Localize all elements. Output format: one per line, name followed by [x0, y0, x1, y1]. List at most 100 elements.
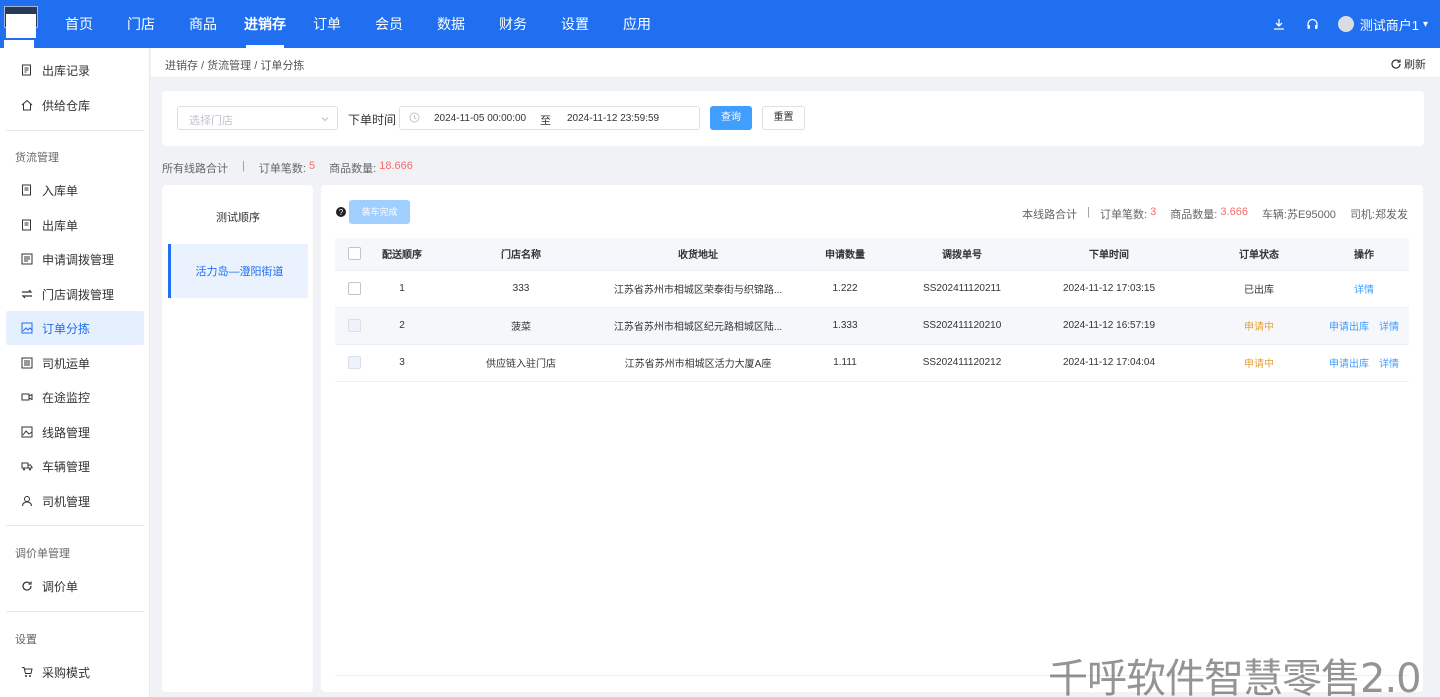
sidebar-item-inbound[interactable]: 入库单: [6, 173, 144, 207]
route-orders-value: 3: [1150, 206, 1157, 218]
store-select[interactable]: 选择门店: [177, 106, 338, 130]
date-start[interactable]: 2024-11-05 00:00:00: [434, 113, 526, 124]
header-actions: 操作: [1319, 238, 1409, 271]
nav-home[interactable]: 首页: [48, 0, 110, 48]
nav-data[interactable]: 数据: [420, 0, 482, 48]
nav-members[interactable]: 会员: [358, 0, 420, 48]
cell-transfer-no: SS202411120211: [905, 270, 1019, 308]
date-end[interactable]: 2024-11-12 23:59:59: [567, 113, 659, 124]
sidebar-item-supply-warehouse[interactable]: 供给仓库: [6, 88, 144, 122]
sidebar-item-outbound-records[interactable]: 出库记录: [6, 53, 144, 87]
nav-store[interactable]: 门店: [110, 0, 172, 48]
refresh-icon: [20, 579, 34, 593]
header-address: 收货地址: [611, 238, 785, 271]
document-icon: [20, 183, 34, 197]
header-status: 订单状态: [1199, 238, 1319, 271]
nav-orders[interactable]: 订单: [296, 0, 358, 48]
nav-settings[interactable]: 设置: [544, 0, 606, 48]
sidebar-divider: [6, 611, 144, 612]
refresh-icon: [1391, 59, 1401, 69]
sidebar-item-route-management[interactable]: 线路管理: [6, 415, 144, 449]
user-name[interactable]: 测试商户1: [1360, 15, 1419, 34]
chevron-down-icon[interactable]: ▾: [1423, 19, 1428, 30]
truck-icon: [20, 459, 34, 473]
list-icon: [20, 356, 34, 370]
vehicle-label: 车辆:: [1261, 209, 1287, 221]
cell-actions: 申请出库 详情: [1319, 344, 1409, 382]
route-orders-label: 订单笔数:: [1100, 209, 1148, 221]
nav-goods[interactable]: 商品: [172, 0, 234, 48]
table-row: 2 菠菜 江苏省苏州市相城区纪元路相城区陆... 1.333 SS2024111…: [335, 307, 1409, 345]
sidebar-item-transit-monitor[interactable]: 在途监控: [6, 380, 144, 414]
date-range-picker[interactable]: 2024-11-05 00:00:00 至 2024-11-12 23:59:5…: [399, 106, 700, 130]
sidebar-item-price-adjustment[interactable]: 调价单: [6, 569, 144, 603]
cell-qty: 1.111: [785, 344, 905, 382]
orders-table: 配送顺序 门店名称 收货地址 申请数量 调拨单号 下单时间 订单状态 操作 1 …: [335, 238, 1409, 382]
sidebar-item-vehicle-management[interactable]: 车辆管理: [6, 449, 144, 483]
route-qty-value: 3.666: [1220, 206, 1248, 218]
breadcrumb: 进销存 / 货流管理 / 订单分拣: [165, 60, 305, 72]
breadcrumb-bar: 进销存 / 货流管理 / 订单分拣 刷新: [151, 48, 1440, 78]
route-list: 测试顺序 活力岛—澄阳街道: [162, 185, 313, 692]
cell-address: 江苏省苏州市相城区纪元路相城区陆...: [611, 307, 785, 345]
headset-icon[interactable]: [1304, 15, 1322, 33]
query-button[interactable]: 查询: [710, 106, 752, 130]
detail-link[interactable]: 详情: [1379, 322, 1399, 333]
table-header-row: 配送顺序 门店名称 收货地址 申请数量 调拨单号 下单时间 订单状态 操作: [335, 238, 1409, 271]
cell-order-time: 2024-11-12 16:57:19: [1019, 307, 1199, 345]
detail-link[interactable]: 详情: [1354, 285, 1374, 296]
route-orders-panel: ? 装车完成 本线路合计 | 订单笔数: 3 商品数量: 3.666 车辆: 苏…: [321, 185, 1423, 692]
svg-text:?: ?: [339, 208, 344, 217]
row-checkbox[interactable]: [347, 356, 361, 369]
refresh-button[interactable]: 刷新: [1390, 56, 1426, 72]
avatar[interactable]: [1337, 16, 1354, 32]
cell-status: 申请中: [1199, 307, 1319, 345]
row-checkbox[interactable]: [347, 319, 361, 332]
apply-outbound-link[interactable]: 申请出库: [1329, 359, 1369, 370]
transfer-icon: [20, 287, 34, 301]
cell-qty: 1.333: [785, 307, 905, 345]
record-icon: [20, 63, 34, 77]
cell-order-time: 2024-11-12 17:04:04: [1019, 344, 1199, 382]
apply-outbound-link[interactable]: 申请出库: [1329, 322, 1369, 333]
chevron-down-icon: [320, 113, 330, 127]
download-icon[interactable]: [1270, 15, 1288, 33]
cell-seq: 2: [373, 307, 431, 345]
sidebar-item-store-transfer[interactable]: 门店调拨管理: [6, 277, 144, 311]
summary-orders-label: 订单笔数:: [258, 163, 306, 175]
video-icon: [20, 390, 34, 404]
cell-store: 菠菜: [431, 307, 611, 345]
select-all-checkbox-cell: [335, 238, 373, 271]
load-complete-button[interactable]: 装车完成: [349, 200, 410, 224]
detail-link[interactable]: 详情: [1379, 359, 1399, 370]
app-logo[interactable]: [4, 6, 38, 48]
nav-finance[interactable]: 财务: [482, 0, 544, 48]
help-icon[interactable]: ?: [336, 206, 346, 220]
form-icon: [20, 252, 34, 266]
sidebar-item-driver-waybill[interactable]: 司机运单: [6, 346, 144, 380]
sidebar-item-driver-management[interactable]: 司机管理: [6, 484, 144, 518]
picture-icon: [20, 425, 34, 439]
header-seq: 配送顺序: [373, 238, 431, 271]
sidebar-divider: [6, 130, 144, 131]
route-summary-label: 本线路合计: [1022, 209, 1078, 221]
route-item-active[interactable]: 活力岛—澄阳街道: [168, 244, 308, 298]
row-checkbox[interactable]: [347, 282, 361, 295]
cell-store: 供应链入驻门店: [431, 344, 611, 382]
nav-apps[interactable]: 应用: [606, 0, 668, 48]
sidebar-item-outbound[interactable]: 出库单: [6, 208, 144, 242]
select-all-checkbox[interactable]: [347, 247, 361, 261]
cell-status: 申请中: [1199, 344, 1319, 382]
summary-qty-value: 18.666: [379, 160, 413, 172]
sidebar-item-purchase-mode[interactable]: 采购模式: [6, 655, 144, 689]
reset-button[interactable]: 重置: [762, 106, 805, 130]
route-item[interactable]: 测试顺序: [168, 190, 308, 244]
nav-inventory[interactable]: 进销存: [234, 0, 296, 48]
order-time-label: 下单时间: [348, 113, 397, 127]
sidebar-item-order-sorting[interactable]: 订单分拣: [6, 311, 144, 345]
clock-icon: [409, 112, 420, 126]
sidebar-item-transfer-request[interactable]: 申请调拨管理: [6, 242, 144, 276]
user-icon: [20, 494, 34, 508]
driver-value: 郑发发: [1375, 209, 1408, 221]
route-summary: 本线路合计 | 订单笔数: 3 商品数量: 3.666 车辆: 苏E95000 …: [1022, 206, 1408, 222]
